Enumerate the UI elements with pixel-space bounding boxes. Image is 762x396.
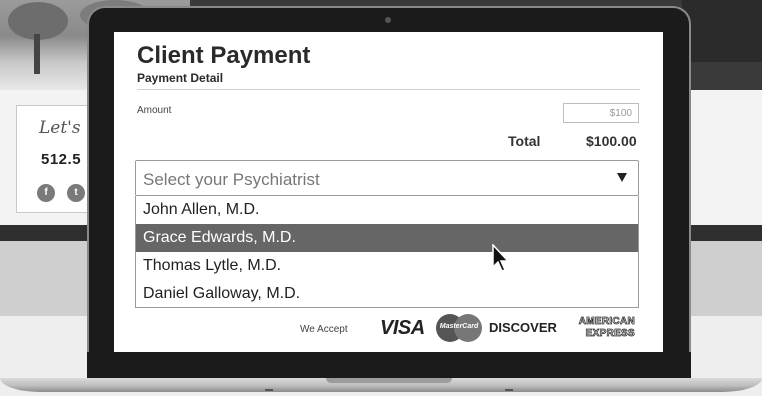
laptop-foot <box>265 389 273 391</box>
select-option-highlighted[interactable]: Grace Edwards, M.D. <box>136 224 638 252</box>
chevron-down-icon <box>617 173 627 182</box>
psychiatrist-select[interactable]: Select your Psychiatrist <box>135 160 639 196</box>
mouse-pointer-icon <box>492 244 510 272</box>
select-placeholder: Select your Psychiatrist <box>143 170 320 189</box>
laptop-notch <box>326 378 452 383</box>
amex-line1: AMERICAN <box>578 316 635 328</box>
total-label: Total <box>508 133 541 149</box>
laptop-foot <box>505 389 513 391</box>
camera-icon <box>385 17 391 23</box>
amex-logo: AMERICAN EXPRESS <box>565 316 635 344</box>
select-option[interactable]: Daniel Galloway, M.D. <box>136 280 638 308</box>
facebook-icon[interactable]: f <box>37 184 55 202</box>
select-option[interactable]: Thomas Lytle, M.D. <box>136 252 638 280</box>
select-options-list: John Allen, M.D. Grace Edwards, M.D. Tho… <box>135 196 639 308</box>
contact-greeting: Let's <box>39 118 81 138</box>
twitter-icon[interactable]: t <box>67 184 85 202</box>
amount-label: Amount <box>137 105 172 116</box>
amount-input[interactable] <box>563 103 639 123</box>
select-option[interactable]: John Allen, M.D. <box>136 196 638 224</box>
header-right-block <box>682 0 762 62</box>
mastercard-label: MasterCard <box>439 323 479 330</box>
total-value: $100.00 <box>586 133 637 149</box>
amex-line2: EXPRESS <box>585 328 635 340</box>
mastercard-logo: MasterCard <box>436 314 482 342</box>
discover-logo: DISCOVER <box>489 320 557 335</box>
visa-logo: VISA <box>380 317 425 339</box>
page-title: Client Payment <box>137 42 311 69</box>
divider <box>137 89 640 90</box>
laptop-screen: Client Payment Payment Detail Amount Tot… <box>114 32 663 352</box>
we-accept-label: We Accept <box>300 324 348 335</box>
section-subtitle: Payment Detail <box>137 71 224 85</box>
contact-phone[interactable]: 512.5 <box>41 151 81 168</box>
